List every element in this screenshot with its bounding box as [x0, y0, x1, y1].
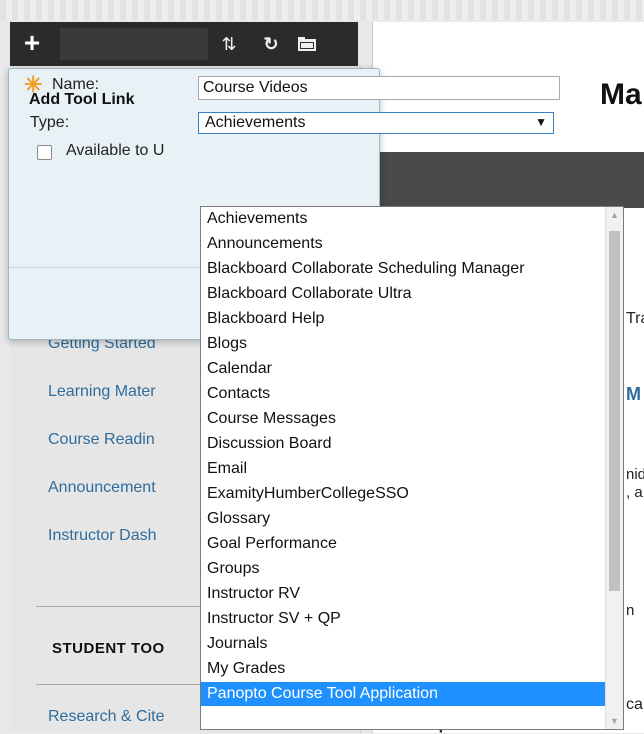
type-label: Type:: [30, 114, 70, 131]
dropdown-scrollbar[interactable]: ▲ ▼: [605, 207, 623, 729]
dropdown-option[interactable]: Email: [201, 457, 606, 481]
scroll-up-icon[interactable]: ▲: [606, 207, 623, 223]
course-menu-toolbar: + ⇅ ↻: [10, 22, 358, 66]
dropdown-option[interactable]: My Grades: [201, 657, 606, 681]
content-text-fragment: Tra: [626, 310, 644, 327]
content-text-fragment: M: [626, 384, 641, 404]
name-field[interactable]: [198, 76, 560, 100]
chevron-down-icon: ▼: [535, 115, 547, 129]
background-strip: [0, 0, 644, 20]
content-text-fragment: ca: [626, 696, 643, 713]
dropdown-option[interactable]: Course Messages: [201, 407, 606, 431]
scrollbar-thumb[interactable]: [609, 231, 620, 591]
dropdown-option[interactable]: Groups: [201, 557, 606, 581]
refresh-icon[interactable]: ↻: [258, 30, 284, 58]
toolbar-spacer: [60, 28, 208, 60]
menu-link-learning-materials[interactable]: Learning Mater: [48, 383, 156, 401]
menu-link-announcements[interactable]: Announcement: [48, 479, 156, 497]
content-text-fragment: nid: [626, 466, 644, 483]
name-label: Name:: [52, 76, 100, 93]
dropdown-option[interactable]: Contacts: [201, 382, 606, 406]
dropdown-option[interactable]: Instructor SV + QP: [201, 607, 606, 631]
menu-heading-student-tools: STUDENT TOO: [52, 640, 165, 657]
dropdown-option[interactable]: Journals: [201, 632, 606, 656]
available-checkbox[interactable]: [37, 145, 52, 160]
page-title: Ma: [600, 78, 642, 111]
dropdown-option-highlighted[interactable]: Panopto Course Tool Application: [201, 682, 606, 706]
dropdown-option[interactable]: Achievements: [201, 207, 606, 231]
dropdown-option[interactable]: Instructor RV: [201, 582, 606, 606]
type-dropdown-list: Achievements Announcements Blackboard Co…: [200, 206, 624, 730]
dropdown-option[interactable]: ExamityHumberCollegeSSO: [201, 482, 606, 506]
dropdown-option[interactable]: Blackboard Help: [201, 307, 606, 331]
content-text-fragment: , a: [626, 484, 643, 501]
dropdown-option[interactable]: Blogs: [201, 332, 606, 356]
type-select[interactable]: Achievements ▼: [198, 112, 554, 134]
required-asterisk-icon: ✳: [24, 72, 43, 97]
content-text-fragment: n: [626, 602, 635, 619]
sort-icon[interactable]: ⇅: [216, 30, 242, 58]
dropdown-option[interactable]: Announcements: [201, 232, 606, 256]
dropdown-option[interactable]: Blackboard Collaborate Ultra: [201, 282, 606, 306]
scroll-down-icon[interactable]: ▼: [606, 713, 623, 729]
content-header-bar: [372, 152, 644, 208]
dropdown-option[interactable]: Blackboard Collaborate Scheduling Manage…: [201, 257, 606, 281]
menu-link-research-cite[interactable]: Research & Cite: [48, 708, 165, 726]
menu-link-course-readings[interactable]: Course Readin: [48, 431, 155, 449]
add-menu-item-button[interactable]: +: [16, 28, 48, 60]
dropdown-option[interactable]: Glossary: [201, 507, 606, 531]
folder-icon[interactable]: [294, 30, 320, 58]
available-label: Available to U: [66, 142, 165, 159]
menu-link-instructor-dashboard[interactable]: Instructor Dash: [48, 527, 156, 545]
dropdown-option[interactable]: Discussion Board: [201, 432, 606, 456]
dropdown-option[interactable]: Calendar: [201, 357, 606, 381]
dropdown-option[interactable]: Goal Performance: [201, 532, 606, 556]
type-select-value: Achievements: [205, 114, 306, 131]
